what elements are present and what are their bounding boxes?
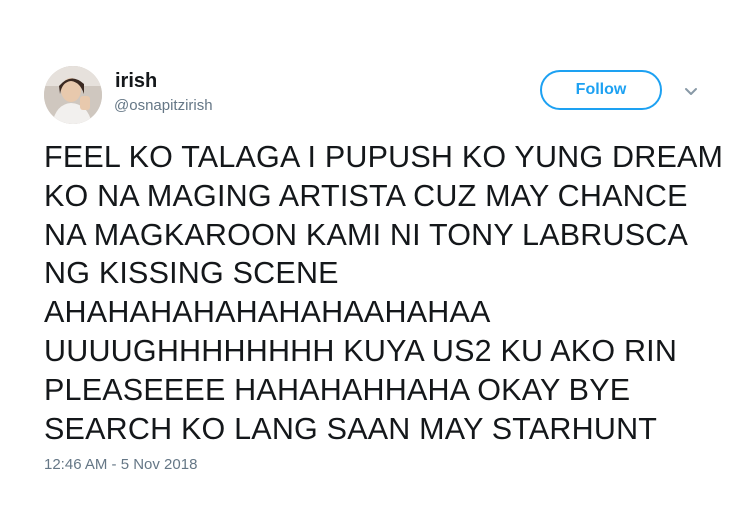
tweet-text-line: PLEASEEEE HAHAHAHHAHA OKAY BYE: [44, 372, 631, 407]
tweet-text-line: UUUUGHHHHHHHH KUYA US2 KU AKO RIN: [44, 333, 678, 368]
follow-button[interactable]: Follow: [540, 70, 662, 110]
tweet-text-line: AHAHAHAHAHAHAHAAHAHAA: [44, 295, 491, 330]
avatar-image: [44, 66, 102, 124]
tweet-text-line: NG KISSING SCENE: [44, 256, 339, 291]
tweet-card: irish @osnapitzirish Follow FEEL KO TALA…: [0, 0, 750, 528]
tweet-text: FEEL KO TALAGA I PUPUSH KO YUNG DREAM KO…: [44, 138, 734, 448]
tweet-text-line: SEARCH KO LANG SAAN MAY STARHUNT: [44, 411, 658, 446]
tweet-timestamp[interactable]: 12:46 AM - 5 Nov 2018: [44, 456, 197, 474]
tweet-text-line: FEEL KO TALAGA I PUPUSH KO YUNG DREAM: [44, 140, 724, 174]
avatar[interactable]: [44, 66, 102, 124]
tweet-text-line: KO NA MAGING ARTISTA CUZ MAY CHANCE: [44, 178, 688, 213]
chevron-down-icon[interactable]: [680, 80, 702, 102]
display-name[interactable]: irish: [115, 70, 157, 92]
user-handle[interactable]: @osnapitzirish: [114, 97, 213, 115]
tweet-text-line: NA MAGKAROON KAMI NI TONY LABRUSCA: [44, 217, 689, 252]
